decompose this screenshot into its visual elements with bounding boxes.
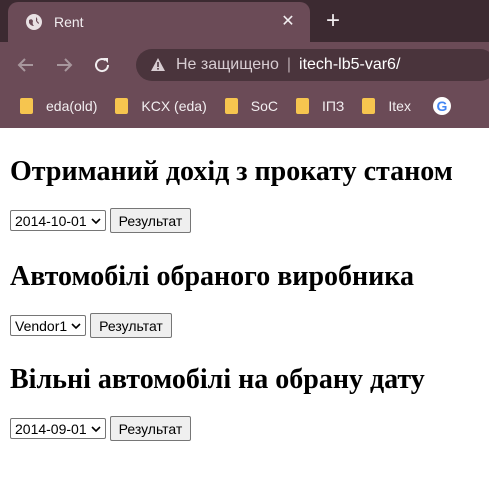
bookmark-kcx-eda[interactable]: KCX (eda) — [115, 98, 207, 114]
omnibox-separator: | — [286, 56, 292, 73]
bookmark-eda-old[interactable]: eda(old) — [20, 98, 97, 114]
income-date-select[interactable]: 2014-10-01 — [10, 210, 106, 231]
income-result-button[interactable]: Результат — [109, 208, 192, 233]
tab-rent[interactable]: Rent ✕ — [8, 2, 310, 42]
chevron-down-icon — [71, 322, 81, 329]
security-status-text: Не защищено — [176, 56, 279, 73]
bookmark-label: Itex — [388, 98, 411, 114]
toolbar: Не защищено | itech-lb5-var6/ — [0, 42, 489, 88]
free-cars-form: 2014-09-01 Результат — [10, 416, 489, 441]
vendor-select[interactable]: Vendor1 — [10, 315, 87, 336]
url-text[interactable]: itech-lb5-var6/ — [299, 56, 400, 74]
folder-icon — [362, 98, 376, 114]
new-tab-button[interactable]: + — [326, 9, 340, 33]
folder-icon — [20, 98, 33, 114]
globe-icon — [26, 14, 42, 30]
bookmark-itex[interactable]: Itex — [362, 98, 411, 114]
reload-icon[interactable] — [90, 53, 114, 77]
tab-title: Rent — [54, 14, 84, 30]
close-tab-icon[interactable]: ✕ — [278, 12, 298, 32]
select-value: 2014-10-01 — [15, 212, 87, 229]
select-value: 2014-09-01 — [15, 420, 87, 437]
select-value: Vendor1 — [15, 317, 68, 334]
bookmark-label: IПЗ — [321, 98, 345, 114]
page-content: Отриманий дохід з прокату станом 2014-10… — [0, 128, 489, 441]
bookmark-ipz[interactable]: IПЗ — [295, 98, 345, 114]
income-form: 2014-10-01 Результат — [10, 208, 489, 233]
free-cars-result-button[interactable]: Результат — [109, 416, 192, 441]
heading-income: Отриманий дохід з прокату станом — [10, 156, 453, 187]
folder-icon — [295, 98, 309, 114]
bookmark-label: SoC — [250, 98, 278, 114]
bookmark-label: eda(old) — [46, 98, 98, 114]
bookmark-soc[interactable]: SoC — [224, 98, 278, 114]
free-date-select[interactable]: 2014-09-01 — [10, 418, 106, 439]
heading-free-cars: Вільні автомобілі на обрану дату — [10, 364, 425, 395]
folder-icon — [224, 98, 238, 114]
vendor-result-button[interactable]: Результат — [90, 313, 172, 338]
chevron-down-icon — [91, 217, 101, 224]
vendor-form: Vendor1 Результат — [10, 313, 489, 338]
tab-strip: Rent ✕ + — [0, 0, 489, 42]
forward-arrow-icon[interactable] — [52, 53, 76, 77]
google-icon[interactable]: G — [432, 97, 451, 115]
chevron-down-icon — [91, 425, 101, 432]
browser-chrome: Rent ✕ + Не защищено | itech-lb5-var6/ e… — [0, 0, 489, 128]
folder-icon — [115, 98, 129, 114]
bookmark-label: KCX (eda) — [141, 98, 207, 114]
address-bar[interactable]: Не защищено | itech-lb5-var6/ — [136, 49, 489, 81]
back-arrow-icon[interactable] — [14, 53, 38, 77]
warning-icon[interactable] — [150, 57, 166, 73]
bookmarks-bar: eda(old) KCX (eda) SoC IПЗ Itex G — [0, 88, 489, 124]
heading-vendor-cars: Автомобілі обраного виробника — [10, 261, 414, 292]
